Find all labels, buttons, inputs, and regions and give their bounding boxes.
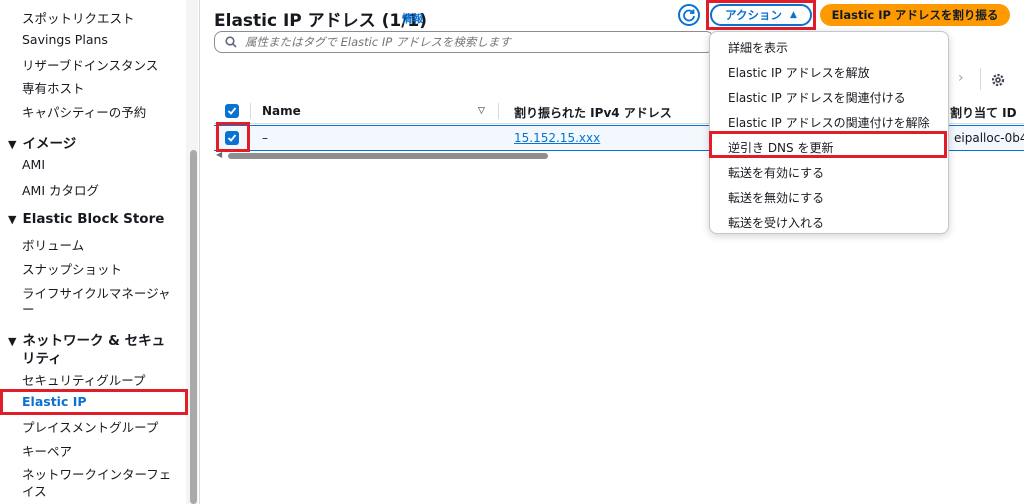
section-title: Elastic Block Store	[22, 211, 165, 227]
menu-item-associate[interactable]: Elastic IP アドレスを関連付ける	[728, 89, 906, 106]
actions-button[interactable]: アクション ▲	[710, 4, 812, 26]
search-input[interactable]	[245, 35, 705, 49]
sidebar-item-reserved-instances[interactable]: リザーブドインスタンス	[22, 55, 158, 74]
select-all-checkbox[interactable]	[225, 104, 239, 118]
check-icon	[227, 134, 237, 142]
menu-item-view-details[interactable]: 詳細を表示	[728, 39, 788, 56]
sidebar-item-capacity-reservations[interactable]: キャパシティーの予約	[22, 102, 146, 121]
sidebar-item-security-groups[interactable]: セキュリティグループ	[22, 370, 146, 389]
caret-up-icon: ▲	[790, 10, 797, 20]
menu-item-disassociate[interactable]: Elastic IP アドレスの関連付けを解除	[728, 114, 930, 131]
page-title: Elastic IP アドレス (1/1)	[214, 11, 428, 31]
row-checkbox[interactable]	[225, 131, 239, 145]
menu-item-update-reverse-dns[interactable]: 逆引き DNS を更新	[728, 139, 833, 156]
column-separator	[250, 103, 251, 119]
allocate-elastic-ip-button[interactable]: Elastic IP アドレスを割り振る	[820, 4, 1010, 26]
check-icon	[227, 107, 237, 115]
sidebar-item-lifecycle-manager[interactable]: ライフサイクルマネージャ	[22, 283, 171, 302]
menu-item-release[interactable]: Elastic IP アドレスを解放	[728, 64, 870, 81]
sidebar-item-ami-catalog[interactable]: AMI カタログ	[22, 180, 99, 199]
column-header-allocation-id[interactable]: 割り当て ID	[950, 104, 1017, 121]
menu-item-accept-transfer[interactable]: 転送を受け入れる	[728, 214, 824, 231]
cell-name: –	[262, 131, 268, 145]
sidebar: スポットリクエスト Savings Plans リザーブドインスタンス 専有ホス…	[0, 0, 200, 504]
sidebar-item-network-interfaces-wrap[interactable]: イス	[22, 481, 47, 500]
search-icon	[225, 36, 237, 48]
sidebar-item-elastic-ip[interactable]: Elastic IP	[22, 394, 87, 409]
sidebar-item-key-pairs[interactable]: キーペア	[22, 441, 72, 460]
caret-down-icon: ▼	[8, 335, 17, 348]
sidebar-section-images[interactable]: ▼ イメージ	[8, 132, 76, 152]
cell-ipv4[interactable]: 15.152.15.xxx	[514, 131, 600, 145]
section-title: イメージ	[22, 136, 77, 152]
menu-item-disable-transfer[interactable]: 転送を無効にする	[728, 189, 824, 206]
scroll-left-icon[interactable]: ◀	[216, 150, 222, 159]
search-box[interactable]	[214, 31, 714, 53]
sidebar-section-network-security[interactable]: ▼ ネットワーク & セキュ	[8, 329, 165, 349]
cell-allocation-id: eipalloc-0b4	[954, 131, 1024, 145]
actions-label: アクション	[725, 8, 782, 22]
sidebar-item-volumes[interactable]: ボリューム	[22, 235, 84, 254]
sidebar-item-placement-groups[interactable]: プレイスメントグループ	[22, 417, 158, 436]
refresh-button[interactable]	[678, 4, 700, 26]
sidebar-item-dedicated-hosts[interactable]: 専有ホスト	[22, 78, 85, 97]
sidebar-item-savings-plans[interactable]: Savings Plans	[22, 32, 108, 47]
sidebar-item-lifecycle-manager-wrap[interactable]: ー	[22, 299, 35, 318]
horizontal-scrollbar-thumb[interactable]	[228, 153, 548, 159]
gear-icon[interactable]	[988, 70, 1008, 90]
column-separator	[498, 103, 499, 119]
sidebar-item-ami[interactable]: AMI	[22, 157, 45, 172]
sidebar-section-ebs[interactable]: ▼ Elastic Block Store	[8, 211, 164, 227]
ipv4-link[interactable]: 15.152.15.xxx	[514, 131, 600, 145]
sort-caret-icon[interactable]: ▽	[478, 106, 485, 116]
sidebar-item-snapshots[interactable]: スナップショット	[22, 259, 122, 278]
section-title-wrap: リティ	[22, 351, 62, 367]
caret-down-icon: ▼	[8, 213, 17, 226]
chevron-right-icon[interactable]: ›	[958, 70, 964, 86]
refresh-icon	[683, 9, 695, 22]
column-header-ipv4[interactable]: 割り振られた IPv4 アドレス	[514, 104, 672, 121]
sidebar-scrollbar-thumb[interactable]	[190, 150, 197, 504]
caret-down-icon: ▼	[8, 138, 17, 151]
divider	[980, 68, 981, 90]
info-link[interactable]: 情報	[402, 11, 423, 26]
sidebar-item-spot-requests[interactable]: スポットリクエスト	[22, 8, 135, 27]
menu-item-enable-transfer[interactable]: 転送を有効にする	[728, 164, 824, 181]
column-header-name[interactable]: Name	[262, 104, 301, 118]
actions-dropdown-menu: 詳細を表示 Elastic IP アドレスを解放 Elastic IP アドレス…	[709, 31, 949, 234]
